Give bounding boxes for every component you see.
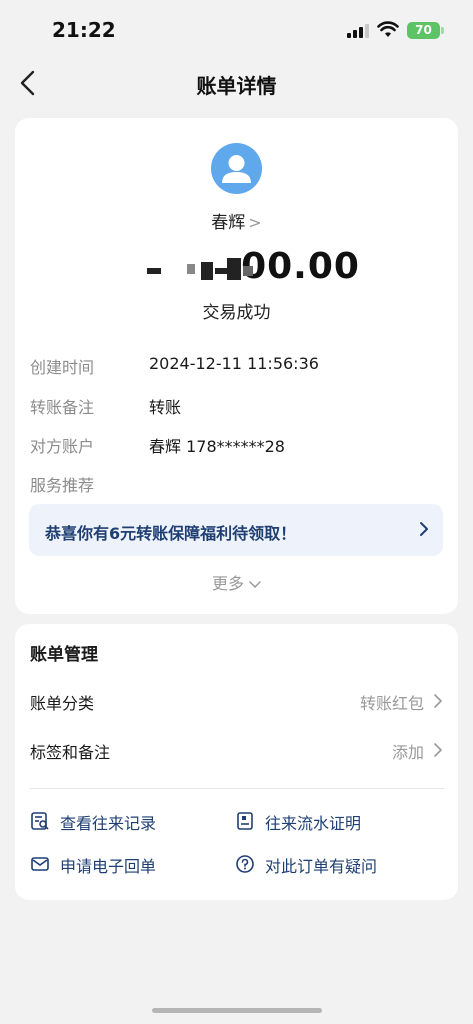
row-label: 账单分类 [30, 694, 95, 713]
row-value: 转账红包 [359, 694, 424, 713]
status-bar: 21:22 70 [0, 0, 473, 60]
user-silhouette-icon [222, 155, 251, 183]
chevron-right-icon [434, 694, 442, 708]
search-record-icon [31, 812, 49, 830]
row-label: 标签和备注 [30, 743, 111, 762]
status-time: 21:22 [52, 18, 116, 42]
bill-management-card: 账单管理 账单分类 转账红包 标签和备注 添加 查看往来记录 往来流水证明 申请… [15, 624, 458, 900]
payee-link[interactable]: 春辉 > [15, 208, 458, 233]
info-label: 服务推荐 [30, 476, 95, 495]
divider [30, 788, 444, 789]
promo-banner[interactable]: 恭喜你有6元转账保障福利待领取！ [29, 504, 443, 556]
info-value: 转账 [149, 398, 182, 417]
battery-tip [441, 27, 444, 34]
home-indicator[interactable] [152, 1008, 322, 1013]
info-value: 春辉 178******28 [149, 437, 285, 456]
transaction-status: 交易成功 [202, 303, 271, 323]
nav-bar: 账单详情 [0, 60, 473, 108]
bill-category-row[interactable]: 账单分类 转账红包 [30, 686, 444, 716]
chevron-right-icon [434, 743, 442, 757]
info-label: 创建时间 [30, 358, 95, 377]
info-label: 转账备注 [30, 398, 95, 417]
chevron-down-icon [249, 580, 261, 588]
page-title: 账单详情 [196, 74, 277, 98]
tags-notes-row[interactable]: 标签和备注 添加 [30, 735, 444, 765]
more-label: 更多 [211, 574, 244, 593]
action-label: 对此订单有疑问 [265, 857, 378, 876]
action-label: 申请电子回单 [60, 857, 157, 876]
cellular-signal-icon [347, 24, 369, 38]
info-label: 对方账户 [30, 437, 95, 456]
question-icon [236, 855, 254, 873]
row-value: 添加 [391, 743, 424, 762]
promo-text: 恭喜你有6元转账保障福利待领取！ [45, 524, 297, 543]
info-value: 2024-12-11 11:56:36 [149, 354, 319, 373]
more-toggle[interactable]: 更多 [15, 570, 458, 594]
wifi-icon [377, 21, 399, 37]
chevron-right-icon [420, 522, 428, 536]
avatar[interactable] [211, 143, 262, 194]
amount-mask [143, 254, 271, 288]
action-label: 往来流水证明 [265, 814, 362, 833]
section-title: 账单管理 [30, 645, 98, 665]
mail-icon [31, 857, 49, 871]
chevron-right-icon: > [248, 213, 262, 232]
battery-icon: 70 [407, 22, 440, 39]
payee-name: 春辉 [211, 213, 246, 233]
transaction-detail-card: 春辉 > 00.00 交易成功 创建时间 2024-12-11 11:56:36 … [15, 118, 458, 614]
action-label: 查看往来记录 [60, 814, 157, 833]
statement-doc-icon [237, 812, 253, 830]
